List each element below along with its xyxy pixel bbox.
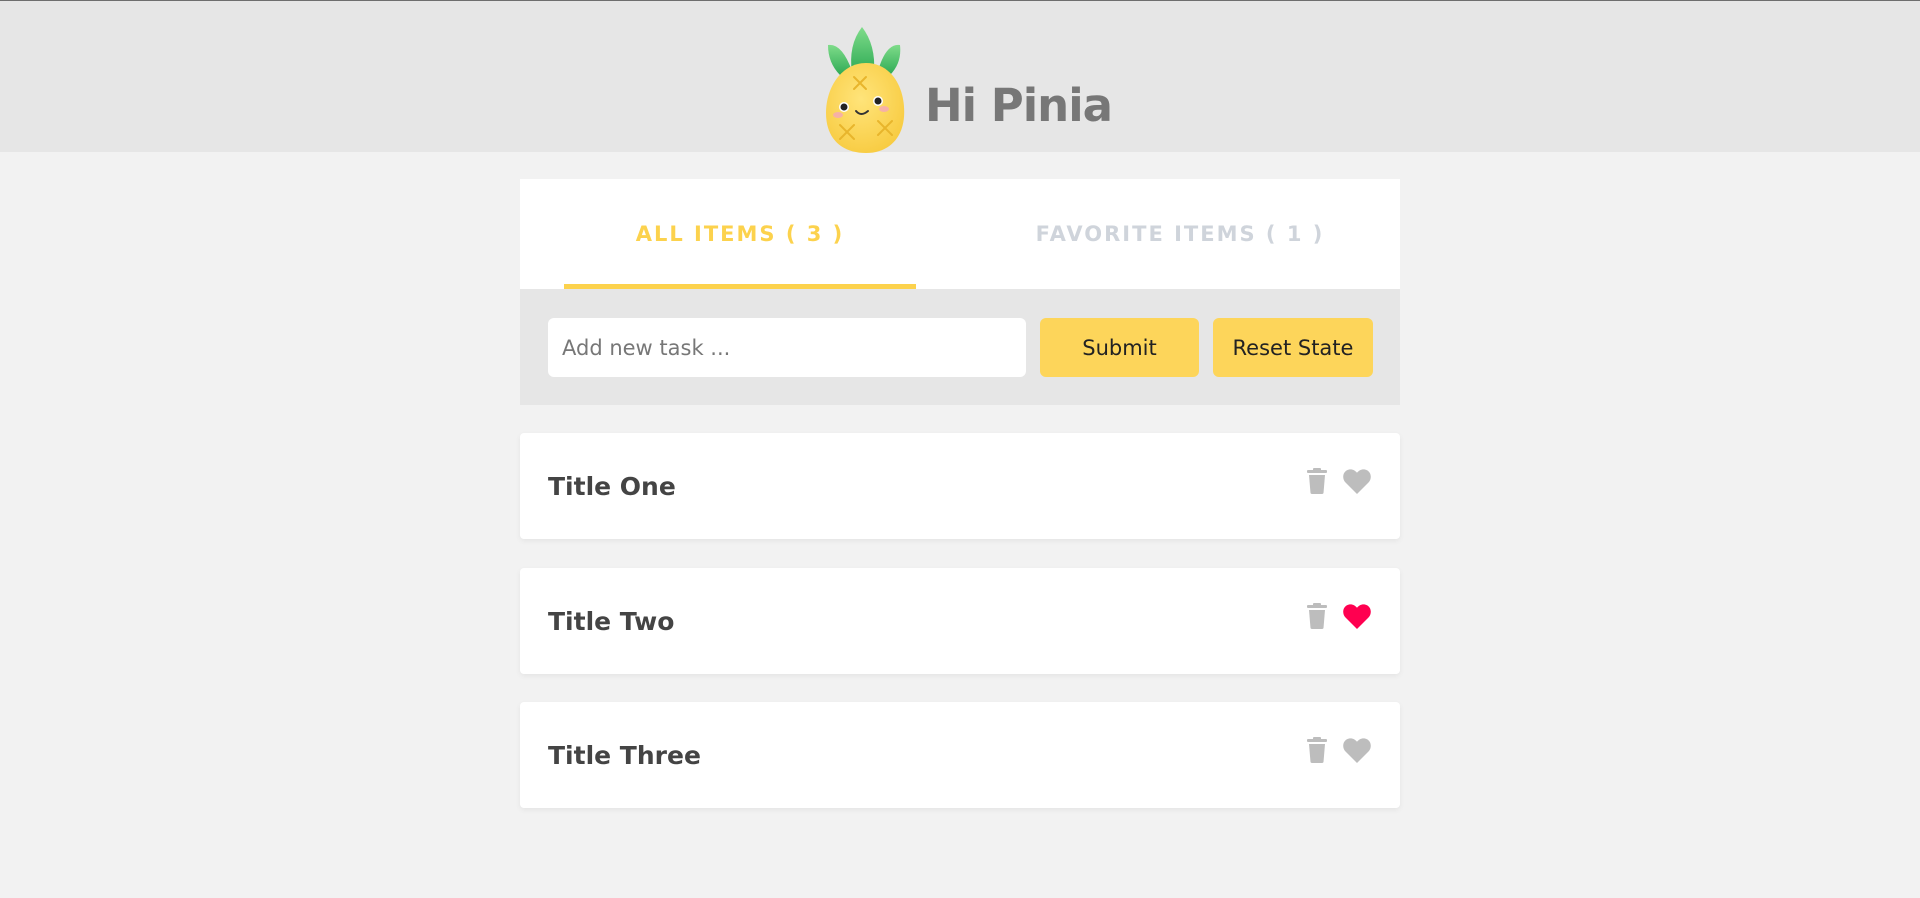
pineapple-logo-icon [826, 27, 905, 153]
task-item: Title Three [520, 702, 1400, 808]
reset-state-button[interactable]: Reset State [1213, 318, 1373, 377]
heart-icon-favorited[interactable] [1343, 604, 1371, 629]
new-task-input[interactable] [548, 318, 1026, 377]
tab-bar: ALL ITEMS ( 3 ) FAVORITE ITEMS ( 1 ) [520, 179, 1400, 289]
trash-icon[interactable] [1307, 468, 1327, 494]
submit-button[interactable]: Submit [1040, 318, 1199, 377]
task-title: Title Two [548, 606, 675, 636]
heart-icon[interactable] [1343, 469, 1371, 494]
task-item: Title Two [520, 568, 1400, 674]
task-title: Title One [548, 471, 676, 501]
tab-all-items[interactable]: ALL ITEMS ( 3 ) [564, 179, 916, 289]
header: Hi Pinia [0, 1, 1920, 153]
tab-favorite-items[interactable]: FAVORITE ITEMS ( 1 ) [1004, 179, 1356, 289]
trash-icon[interactable] [1307, 603, 1327, 629]
brand-title: Hi Pinia [925, 79, 1113, 132]
new-task-form: Submit Reset State [520, 289, 1400, 405]
task-title: Title Three [548, 740, 701, 770]
task-item: Title One [520, 433, 1400, 539]
heart-icon[interactable] [1343, 738, 1371, 763]
trash-icon[interactable] [1307, 737, 1327, 763]
